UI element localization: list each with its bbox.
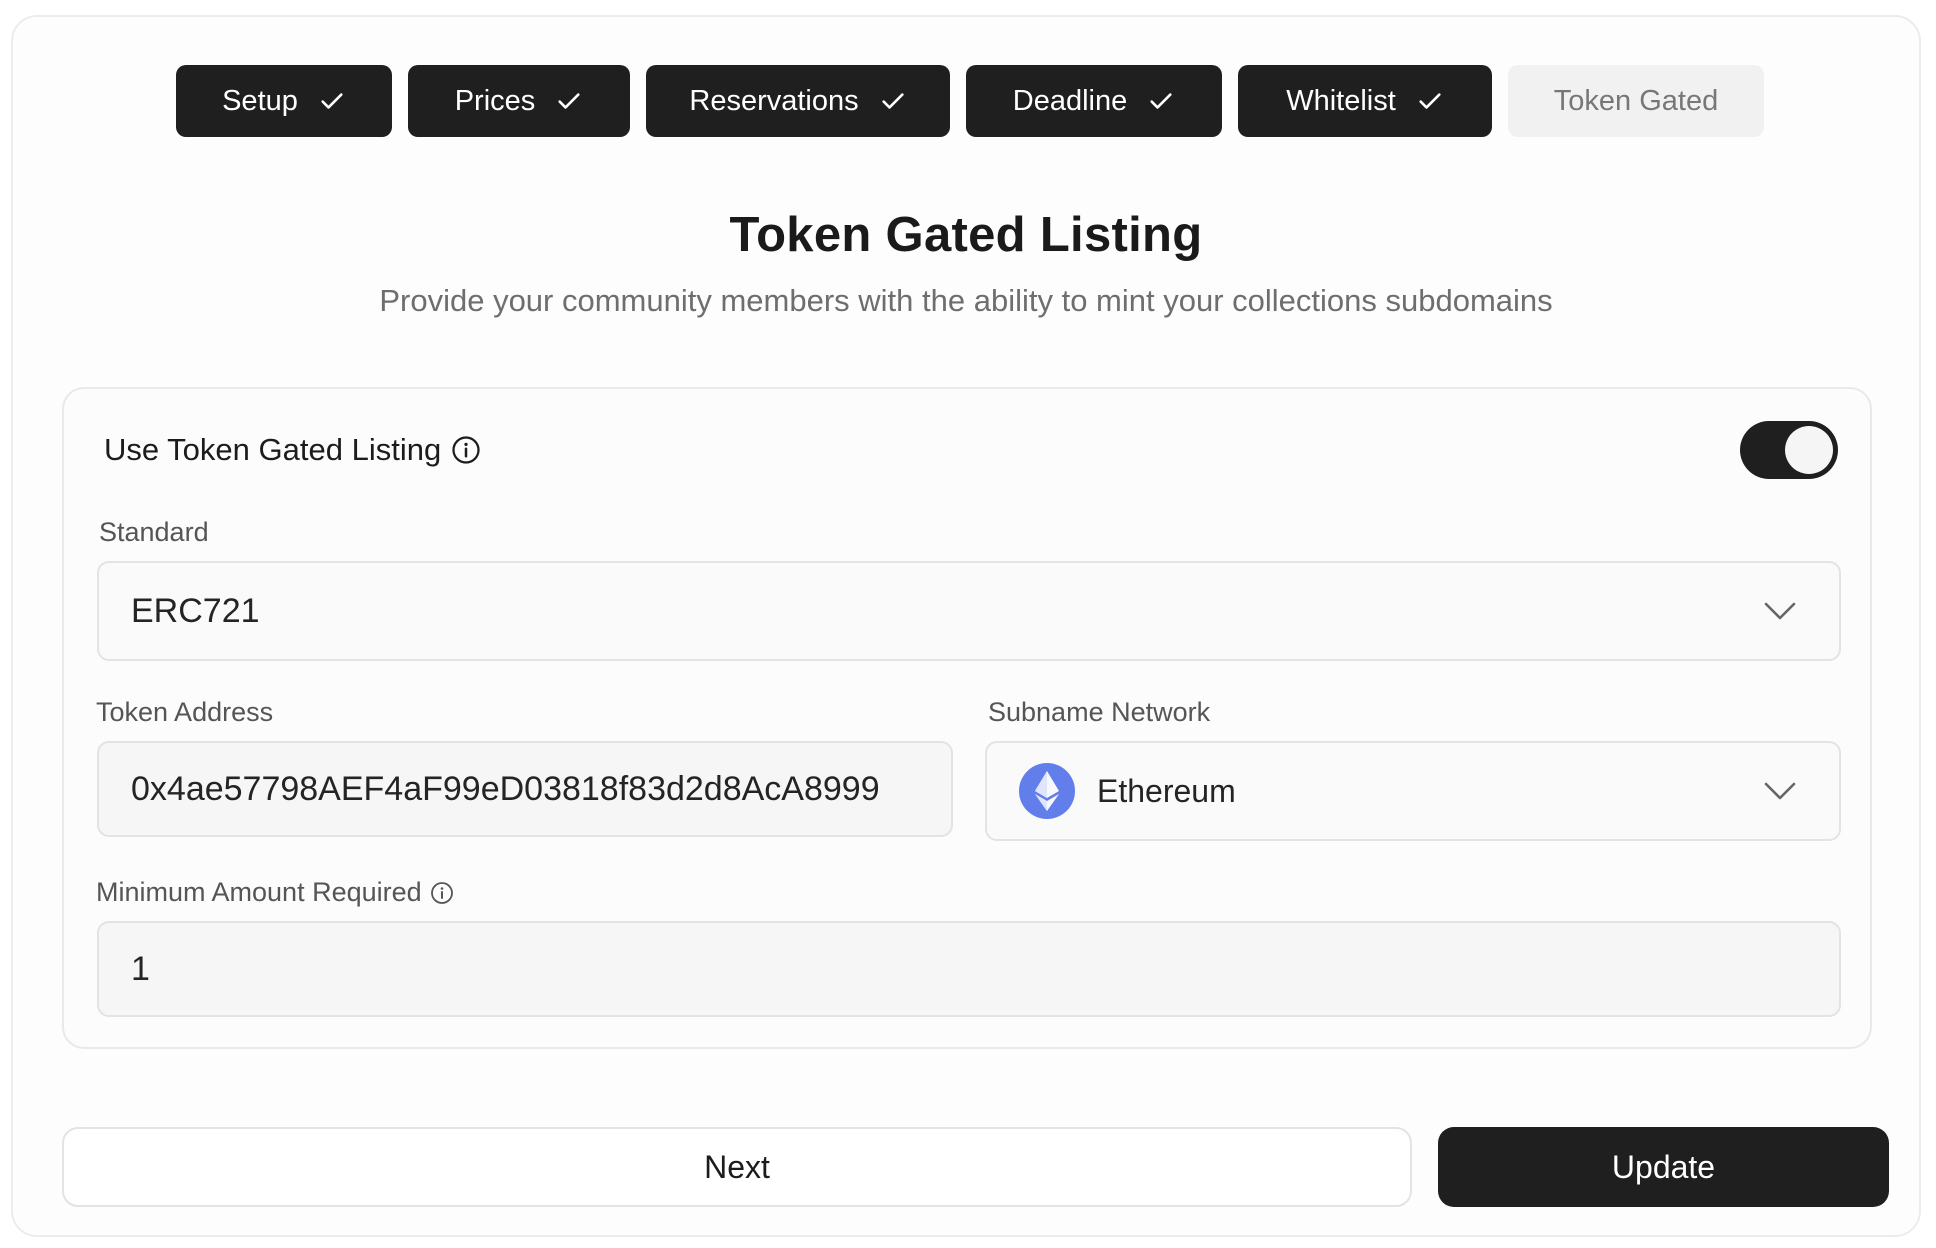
check-icon	[882, 93, 904, 109]
check-icon	[1419, 93, 1441, 109]
standard-select[interactable]: ERC721	[97, 561, 1841, 661]
info-icon[interactable]	[451, 435, 481, 465]
step-setup[interactable]: Setup	[176, 65, 392, 137]
min-amount-input[interactable]: 1	[97, 921, 1841, 1017]
token-address-value: 0x4ae57798AEF4aF99eD03818f83d2d8AcA8999	[131, 769, 880, 808]
network-label: Subname Network	[988, 697, 1211, 727]
update-button[interactable]: Update	[1438, 1127, 1889, 1207]
token-gated-card: Use Token Gated Listing Standard ERC721 …	[62, 387, 1872, 1049]
toggle-knob	[1785, 426, 1833, 474]
min-amount-label: Minimum Amount Required	[96, 877, 454, 908]
toggle-label: Use Token Gated Listing	[104, 432, 481, 468]
token-address-input[interactable]: 0x4ae57798AEF4aF99eD03818f83d2d8AcA8999	[97, 741, 953, 837]
network-value: Ethereum	[1097, 772, 1236, 809]
network-select[interactable]: Ethereum	[985, 741, 1841, 841]
check-icon	[321, 93, 343, 109]
check-icon	[558, 93, 580, 109]
token-address-label: Token Address	[96, 697, 274, 727]
check-icon	[1150, 93, 1172, 109]
step-token-gated[interactable]: Token Gated	[1508, 65, 1764, 137]
ethereum-icon	[1019, 763, 1075, 819]
min-amount-value: 1	[131, 949, 150, 988]
info-icon[interactable]	[430, 881, 454, 905]
wizard-container: Setup Prices Reservations Deadline White…	[11, 15, 1921, 1237]
standard-label: Standard	[99, 517, 209, 547]
step-label: Reservations	[689, 84, 859, 117]
standard-value: ERC721	[131, 591, 260, 630]
step-reservations[interactable]: Reservations	[646, 65, 950, 137]
page-title: Token Gated Listing	[729, 208, 1203, 262]
step-label: Deadline	[1012, 84, 1128, 117]
min-amount-label-text: Minimum Amount Required	[96, 877, 422, 907]
step-label: Whitelist	[1286, 84, 1396, 117]
token-gated-toggle[interactable]	[1740, 421, 1838, 479]
step-label: Token Gated	[1553, 84, 1719, 117]
chevron-down-icon	[1764, 782, 1796, 800]
chevron-down-icon	[1764, 602, 1796, 620]
next-button[interactable]: Next	[62, 1127, 1412, 1207]
step-tabs: Setup Prices Reservations Deadline White…	[176, 65, 1764, 137]
step-deadline[interactable]: Deadline	[966, 65, 1222, 137]
page-subtitle: Provide your community members with the …	[379, 283, 1553, 318]
toggle-label-text: Use Token Gated Listing	[104, 432, 442, 467]
step-label: Setup	[222, 84, 298, 117]
step-label: Prices	[454, 84, 536, 117]
step-prices[interactable]: Prices	[408, 65, 630, 137]
step-whitelist[interactable]: Whitelist	[1238, 65, 1492, 137]
